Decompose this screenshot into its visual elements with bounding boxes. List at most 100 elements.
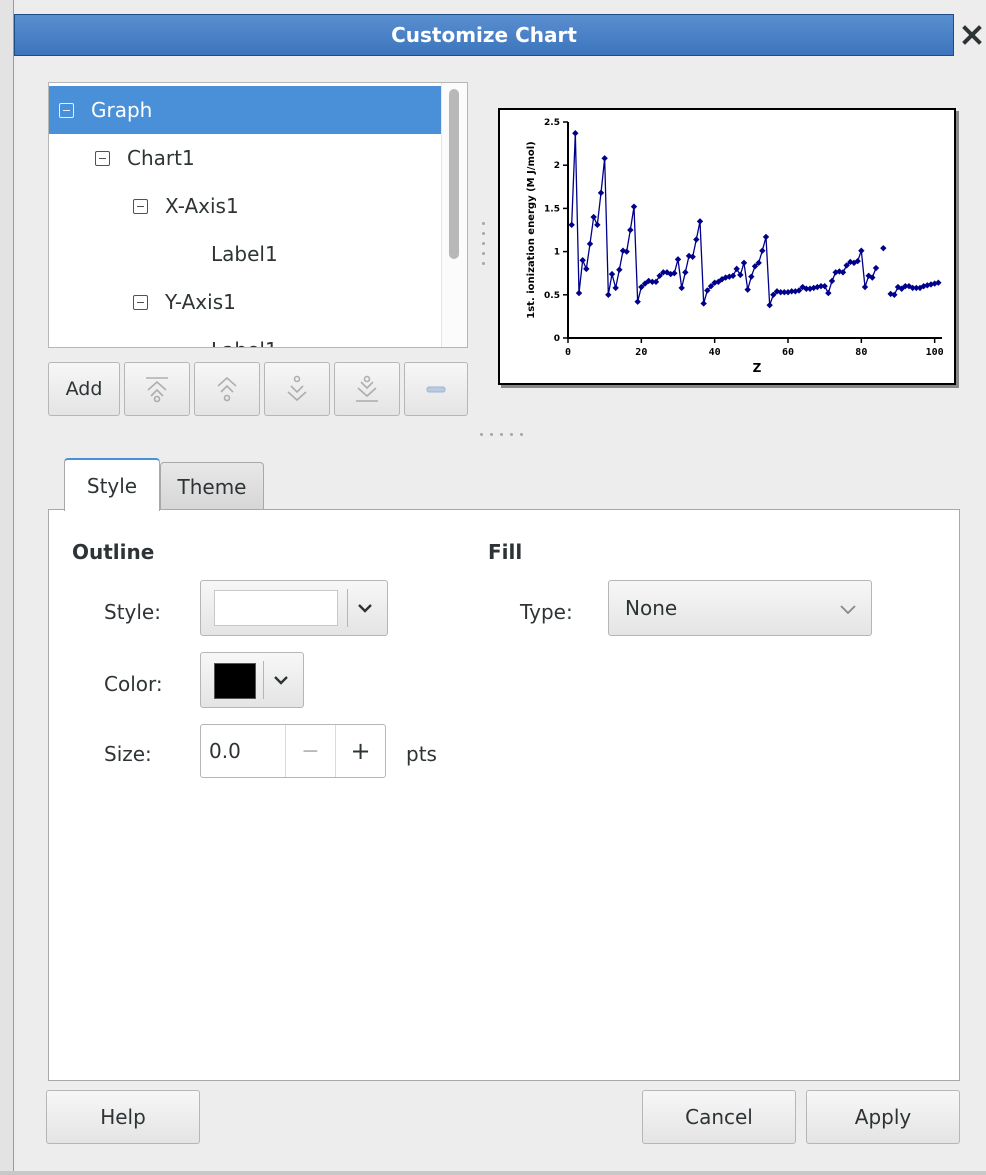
tree-item-label: Graph: [91, 98, 153, 122]
y-tick-label: 2.5: [544, 118, 560, 128]
tree-item-label: Label1: [211, 338, 278, 347]
outline-style-label: Style:: [104, 600, 161, 624]
tree-item-x-axis1[interactable]: X-Axis1: [49, 182, 443, 230]
data-point: [616, 266, 623, 273]
title-bar[interactable]: Customize Chart: [14, 14, 954, 56]
x-tick-label: 0: [565, 347, 571, 358]
tree-item-x-label1[interactable]: Label1: [49, 230, 443, 278]
data-point: [700, 300, 707, 307]
collapse-icon[interactable]: [133, 198, 148, 214]
data-point: [733, 265, 740, 273]
data-point: [605, 291, 612, 298]
x-tick-label: 100: [926, 347, 944, 358]
add-button[interactable]: Add: [48, 362, 120, 416]
vertical-pane-grip[interactable]: [482, 222, 486, 270]
apply-button-label: Apply: [854, 1105, 912, 1129]
data-point: [858, 247, 865, 254]
outline-color-combo[interactable]: [200, 652, 304, 708]
data-point: [682, 269, 689, 276]
data-point: [583, 265, 590, 273]
y-axis-title: 1st. ionization energy (M J/mol): [526, 141, 537, 319]
element-tree[interactable]: Graph Chart1 X-Axis1 Label1 Y-Axis1 Labe…: [48, 82, 468, 348]
chart-svg: 0 20 40 60 80 100 0 0.5 1 1.5 2 2.5 Z 1st. ionization…: [526, 118, 944, 375]
combo-separator: [263, 661, 264, 699]
data-point: [821, 282, 828, 290]
data-point: [608, 270, 616, 278]
tab-style[interactable]: Style: [64, 458, 160, 511]
plus-icon: +: [350, 737, 371, 765]
move-to-top-icon: [146, 377, 168, 403]
move-down-button[interactable]: [264, 362, 330, 416]
move-up-icon: [217, 376, 237, 402]
outline-size-value[interactable]: 0.0: [209, 739, 241, 763]
data-point: [612, 284, 619, 292]
move-up-button[interactable]: [194, 362, 260, 416]
data-point: [579, 257, 586, 264]
move-to-top-button[interactable]: [124, 362, 190, 416]
data-point: [737, 271, 744, 279]
data-point: [590, 213, 597, 221]
data-point: [696, 218, 704, 225]
tree-item-label: Y-Axis1: [165, 290, 236, 314]
data-point: [828, 277, 836, 285]
help-button-label: Help: [100, 1105, 146, 1129]
tree-item-chart1[interactable]: Chart1: [49, 134, 443, 182]
tree-item-label: Chart1: [127, 146, 195, 170]
data-point: [825, 289, 832, 297]
horizontal-pane-grip[interactable]: [480, 433, 528, 437]
move-to-bottom-button[interactable]: [334, 362, 400, 416]
outline-color-label: Color:: [104, 672, 163, 696]
y-tick-label: 0: [554, 334, 560, 344]
fill-type-label: Type:: [520, 600, 573, 624]
data-point: [861, 283, 869, 291]
remove-button[interactable]: [404, 362, 468, 416]
data-point: [652, 278, 660, 286]
fill-type-select[interactable]: None: [608, 580, 872, 636]
outline-color-swatch: [214, 663, 256, 699]
window-border: [0, 1171, 986, 1175]
tree-item-y-axis1[interactable]: Y-Axis1: [49, 278, 443, 326]
close-icon[interactable]: [958, 14, 986, 56]
cancel-button[interactable]: Cancel: [642, 1090, 796, 1144]
collapse-icon[interactable]: [59, 102, 74, 118]
y-tick-label: 0.5: [544, 291, 560, 301]
apply-button[interactable]: Apply: [806, 1090, 960, 1144]
y-tick-label: 1.5: [544, 204, 560, 214]
fill-header: Fill: [488, 540, 523, 564]
chevron-down-icon: [840, 605, 856, 615]
data-point: [597, 189, 605, 197]
size-decrement-button[interactable]: −: [285, 725, 335, 777]
x-tick-label: 80: [855, 347, 867, 358]
x-axis-title: Z: [753, 361, 762, 375]
tab-theme[interactable]: Theme: [160, 462, 264, 510]
scrollbar[interactable]: [441, 83, 467, 347]
data-point: [630, 203, 638, 210]
window-border: [0, 0, 14, 1175]
tree-item-graph[interactable]: Graph: [49, 86, 443, 134]
combo-separator: [347, 589, 348, 627]
data-point: [627, 226, 634, 234]
outline-size-spin[interactable]: 0.0 − +: [200, 724, 386, 778]
data-point: [674, 256, 682, 263]
x-tick-label: 60: [782, 347, 794, 358]
outline-header: Outline: [72, 540, 155, 564]
outline-style-combo[interactable]: [200, 580, 388, 636]
fill-type-value: None: [625, 596, 678, 620]
data-point: [759, 247, 766, 254]
scrollbar-thumb[interactable]: [449, 89, 459, 259]
data-point: [740, 259, 748, 267]
data-point: [575, 289, 583, 297]
move-down-icon: [287, 375, 307, 402]
size-increment-button[interactable]: +: [335, 725, 385, 777]
data-point: [601, 155, 608, 162]
collapse-icon[interactable]: [95, 150, 110, 166]
help-button[interactable]: Help: [46, 1090, 200, 1144]
tree-item-y-label1[interactable]: Label1: [49, 326, 443, 347]
data-point: [872, 264, 880, 272]
tab-label: Theme: [177, 474, 247, 499]
chart-preview: 0 20 40 60 80 100 0 0.5 1 1.5 2 2.5 Z 1st. ionization…: [498, 108, 956, 385]
window-title: Customize Chart: [391, 23, 577, 47]
data-point: [586, 240, 594, 248]
collapse-icon[interactable]: [133, 294, 148, 310]
data-point: [762, 233, 770, 241]
